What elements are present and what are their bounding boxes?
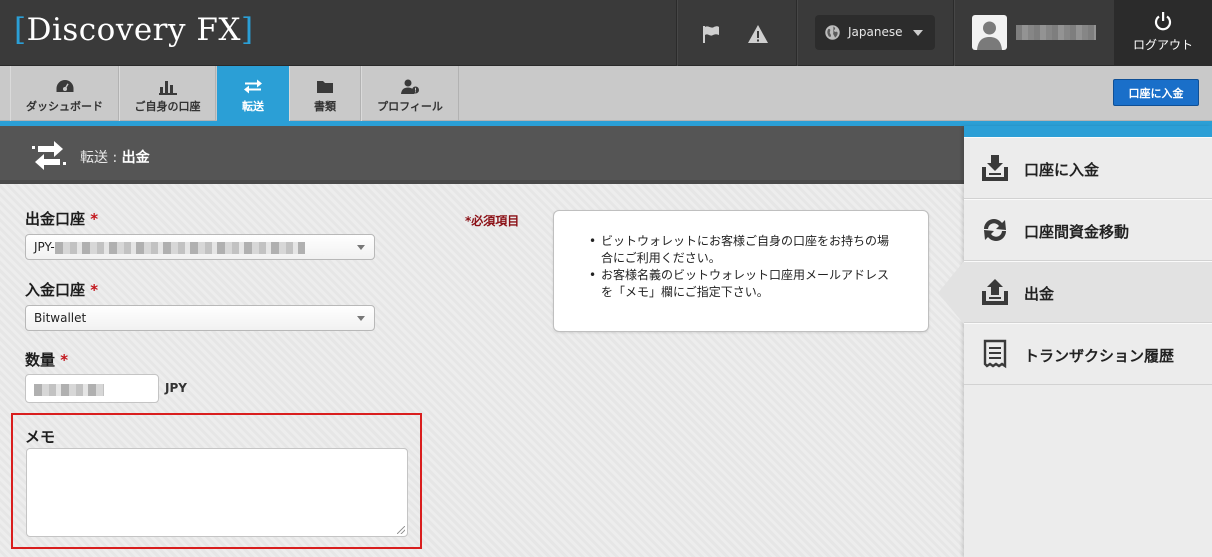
side-menu-accent <box>964 126 1212 137</box>
resize-handle[interactable] <box>397 526 405 534</box>
power-icon <box>1154 12 1172 31</box>
globe-icon <box>825 25 840 40</box>
deposit-icon <box>982 155 1008 181</box>
tab-dashboard[interactable]: ダッシュボード <box>10 66 119 121</box>
logout-button[interactable]: ログアウト <box>1114 0 1212 66</box>
info-item: お客様名義のビットウォレット口座用メールアドレスを「メモ」欄にご指定下さい。 <box>589 267 900 301</box>
avatar[interactable] <box>972 15 1007 50</box>
page-title: 転送 : 出金 <box>80 150 150 166</box>
info-list: ビットウォレットにお客様ご自身の口座をお持ちの場合にご利用ください。 お客様名義… <box>589 233 900 301</box>
username-redacted <box>1016 25 1096 40</box>
header-divider <box>953 0 954 66</box>
required-fields-note: *必須項目 <box>465 214 520 228</box>
user-icon <box>977 21 1002 50</box>
header-divider <box>676 0 677 66</box>
to-account-select[interactable]: Bitwallet <box>25 305 375 331</box>
side-item-deposit[interactable]: 口座に入金 <box>964 137 1212 199</box>
tab-label: ダッシュボード <box>26 100 103 113</box>
chevron-down-icon <box>357 245 365 250</box>
transfer-arrows-icon <box>984 219 1006 241</box>
quantity-label: 数量 * <box>25 351 69 369</box>
to-account-label: 入金口座 * <box>25 281 99 299</box>
memo-textarea[interactable] <box>26 448 408 537</box>
folder-icon <box>317 81 333 93</box>
tab-profile[interactable]: プロフィール <box>361 66 459 121</box>
tab-transfer[interactable]: 転送 <box>217 66 289 130</box>
page-heading: 転送 : 出金 <box>0 126 964 184</box>
quantity-unit: JPY <box>165 381 187 395</box>
side-item-internal-transfer[interactable]: 口座間資金移動 <box>964 199 1212 261</box>
tab-label: ご自身の口座 <box>134 100 201 113</box>
tab-label: 転送 <box>242 100 264 113</box>
side-item-label: 出金 <box>1024 285 1055 303</box>
flag-icon[interactable] <box>699 22 723 46</box>
header-divider <box>796 0 797 66</box>
side-item-label: 口座に入金 <box>1024 161 1100 179</box>
side-item-withdraw[interactable]: 出金 <box>938 261 1212 324</box>
tab-label: 書類 <box>314 100 336 113</box>
info-item: ビットウォレットにお客様ご自身の口座をお持ちの場合にご利用ください。 <box>589 233 900 267</box>
side-menu: 口座に入金 口座間資金移動 出金 トランザクション履歴 <box>938 126 1212 557</box>
from-account-label: 出金口座 * <box>25 210 99 228</box>
tab-own-accounts[interactable]: ご自身の口座 <box>119 66 216 121</box>
info-box: ビットウォレットにお客様ご自身の口座をお持ちの場合にご利用ください。 お客様名義… <box>553 210 929 332</box>
side-item-transaction-history[interactable]: トランザクション履歴 <box>964 323 1212 385</box>
transfer-icon <box>32 141 66 170</box>
language-selector[interactable]: Japanese <box>815 15 935 50</box>
bar-chart-icon <box>158 81 177 95</box>
side-item-label: トランザクション履歴 <box>1024 347 1175 365</box>
account-number-redacted <box>54 241 305 254</box>
profile-icon <box>401 79 419 94</box>
main-nav: ダッシュボード ご自身の口座 転送 書類 プロフィール 口座に入金 <box>0 66 1212 130</box>
deposit-button[interactable]: 口座に入金 <box>1113 79 1199 106</box>
withdrawal-form: 出金口座 * JPY- *必須項目 入金口座 * Bitwallet 数量 * … <box>0 184 964 557</box>
withdraw-icon <box>982 279 1008 305</box>
amount-redacted <box>34 383 104 396</box>
logout-label: ログアウト <box>1132 38 1193 52</box>
chevron-down-icon <box>913 30 923 36</box>
language-label: Japanese <box>848 25 903 39</box>
dashboard-icon <box>56 80 73 92</box>
tab-documents[interactable]: 書類 <box>289 66 361 121</box>
transfer-icon <box>244 79 262 94</box>
top-header: [Discovery FX] Japanese ログアウト <box>0 0 1212 66</box>
warning-icon[interactable] <box>746 22 770 46</box>
receipt-icon <box>983 339 1007 369</box>
logo[interactable]: [Discovery FX] <box>14 12 254 48</box>
memo-section: メモ <box>11 413 422 549</box>
quantity-input[interactable] <box>25 374 159 403</box>
side-item-label: 口座間資金移動 <box>1024 223 1130 241</box>
chevron-down-icon <box>357 316 365 321</box>
from-account-select[interactable]: JPY- <box>25 234 375 260</box>
memo-label: メモ <box>25 428 56 446</box>
tab-label: プロフィール <box>377 100 443 113</box>
